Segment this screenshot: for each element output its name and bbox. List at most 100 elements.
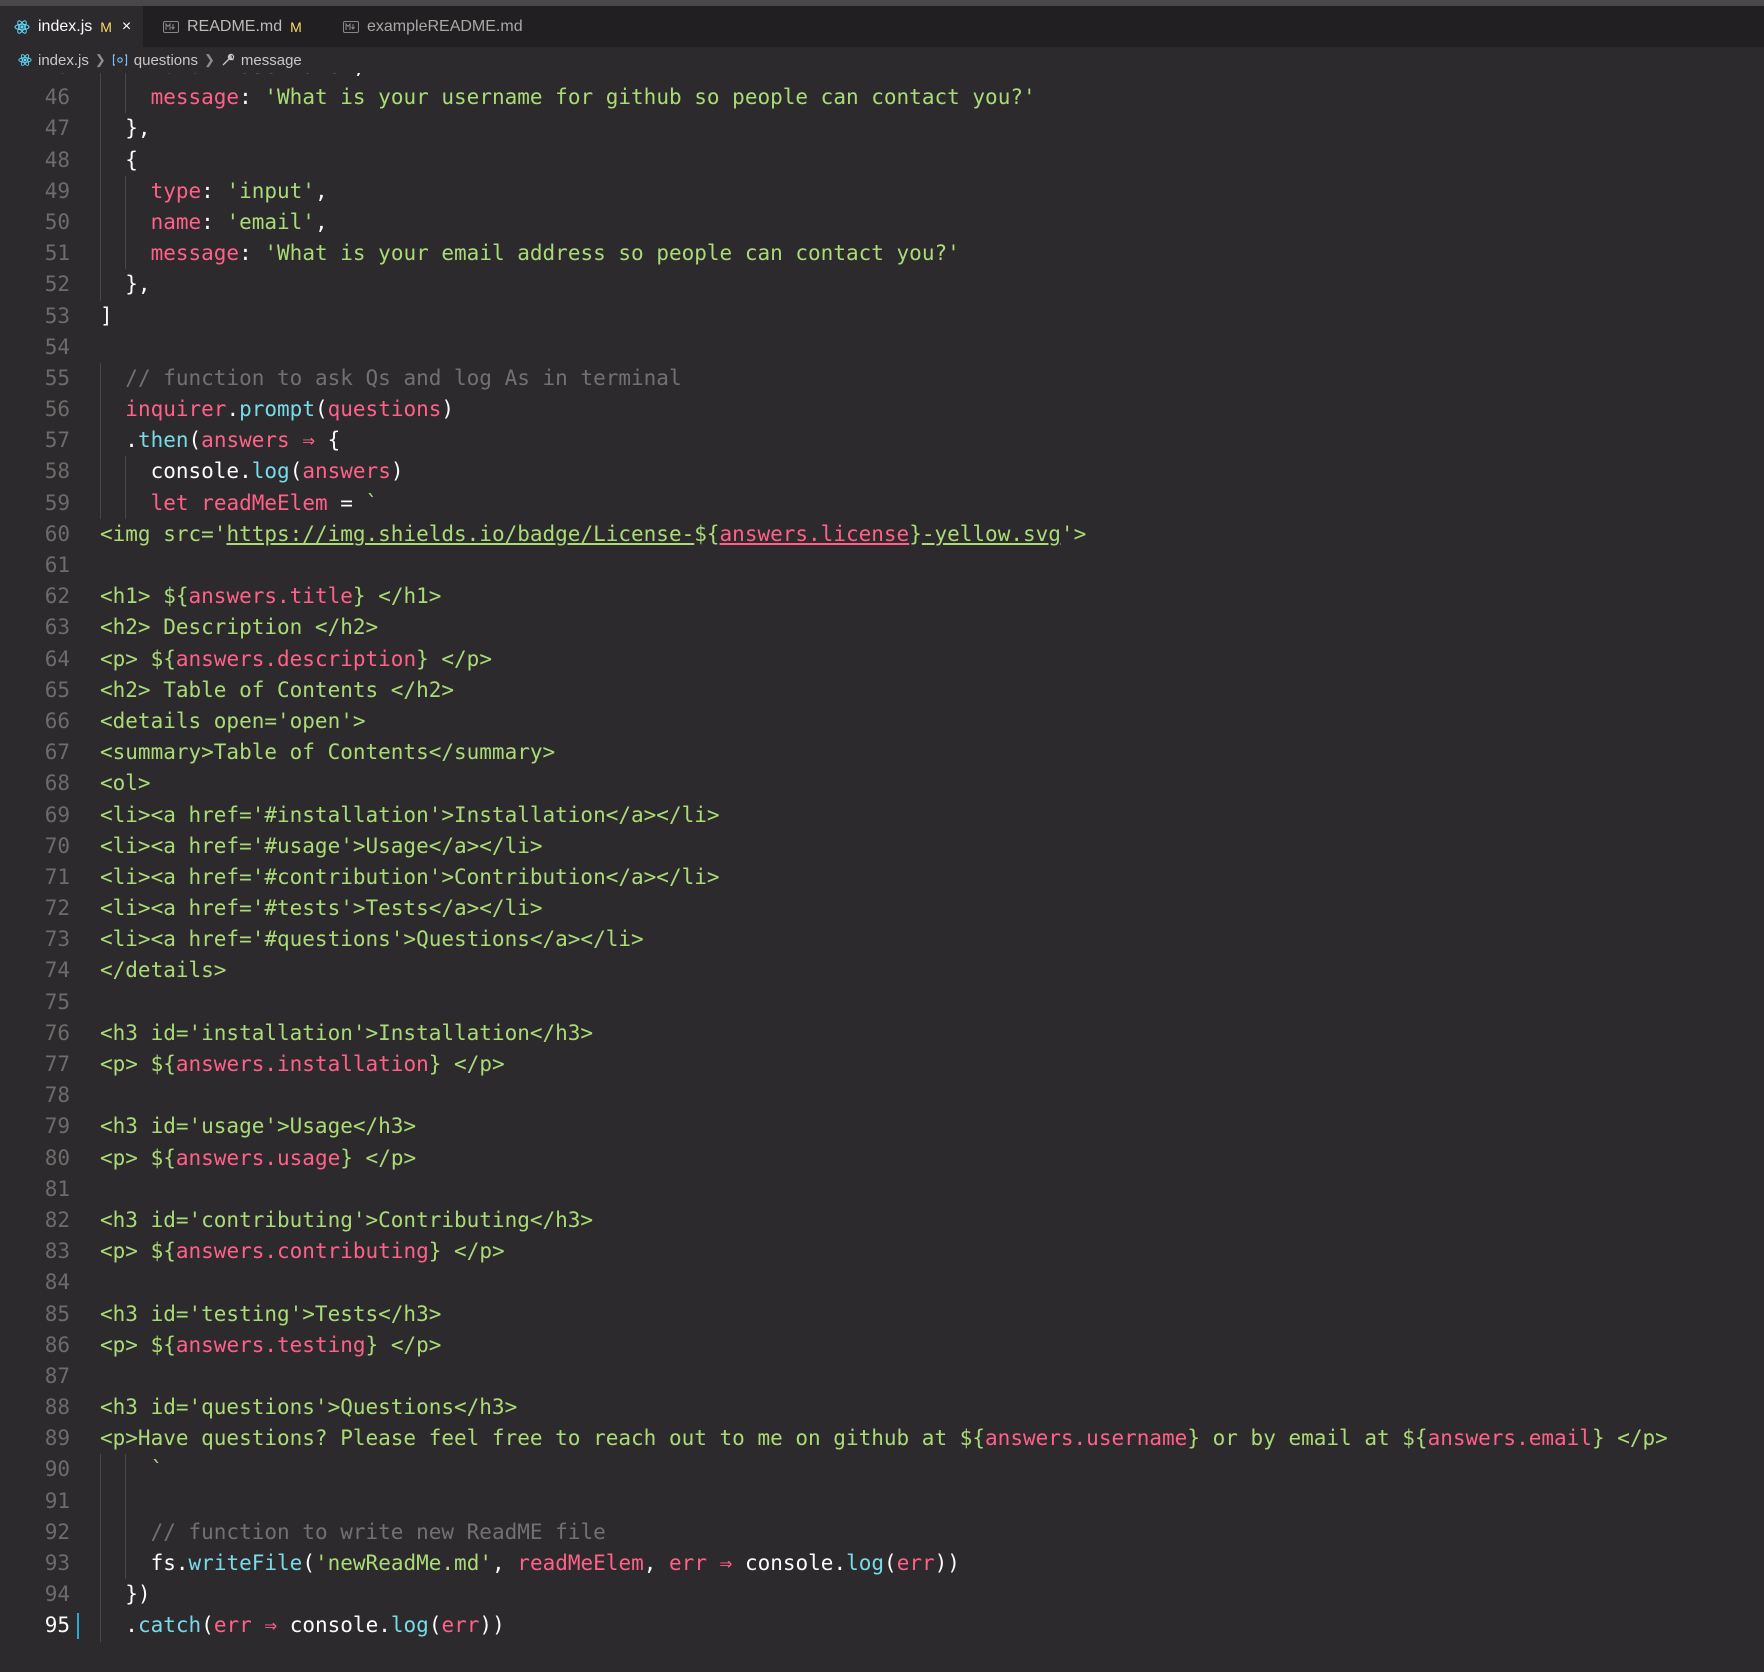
tab-label: README.md bbox=[187, 17, 283, 35]
line-number: 94 bbox=[44, 1582, 70, 1607]
code-text: <p> ${answers.usage} </p> bbox=[100, 1145, 417, 1170]
code-text: name: 'email', bbox=[150, 209, 328, 234]
line-number: 54 bbox=[44, 334, 70, 359]
line-number: 66 bbox=[44, 708, 70, 733]
line-number: 81 bbox=[44, 1176, 70, 1201]
line-number: 53 bbox=[44, 303, 70, 328]
code-text: <h3 id='installation'>Installation</h3> bbox=[100, 1020, 594, 1045]
line-number: 63 bbox=[44, 615, 70, 640]
line-number: 92 bbox=[44, 1519, 70, 1544]
line-number: 95 bbox=[44, 1613, 70, 1638]
modified-indicator: M bbox=[100, 18, 112, 35]
tab-examplereadme-md[interactable]: exampleREADME.md bbox=[327, 6, 553, 47]
code-text: // function to write new ReadME file bbox=[150, 1519, 606, 1544]
indent-guide bbox=[100, 1485, 101, 1517]
code-text: ] bbox=[100, 303, 113, 328]
code-text: let readMeElem = ` bbox=[150, 490, 379, 515]
code-text: <details open='open'> bbox=[100, 708, 366, 733]
line-number: 70 bbox=[44, 833, 70, 858]
code-text: inquirer.prompt(questions) bbox=[125, 397, 455, 422]
line-number: 50 bbox=[44, 209, 70, 234]
line-number: 84 bbox=[44, 1270, 70, 1295]
line-number: 58 bbox=[44, 459, 70, 484]
code-text: <p> ${answers.installation} </p> bbox=[100, 1052, 505, 1076]
code-text: <p> ${answers.testing} </p> bbox=[100, 1332, 442, 1357]
code-text: type: 'input', bbox=[150, 178, 328, 203]
code-text: message: 'What is your email address so … bbox=[150, 241, 960, 266]
line-number: 68 bbox=[44, 771, 70, 796]
variable-icon bbox=[112, 53, 128, 67]
line-number: 71 bbox=[44, 864, 70, 889]
line-number: 73 bbox=[44, 927, 70, 952]
line-number: 45 bbox=[0, 73, 70, 82]
line-number: 80 bbox=[44, 1145, 70, 1170]
indent-guide bbox=[125, 1485, 127, 1517]
line-number: 78 bbox=[44, 1083, 70, 1108]
code-text: <summary>Table of Contents</summary> bbox=[100, 740, 556, 765]
line-number: 83 bbox=[44, 1239, 70, 1264]
markdown-icon bbox=[343, 20, 359, 33]
code-text: { bbox=[100, 147, 138, 172]
code-text: <h3 id='questions'>Questions</h3> bbox=[100, 1395, 518, 1420]
line-number: 85 bbox=[44, 1301, 70, 1326]
code-text: <h3 id='usage'>Usage</h3> bbox=[100, 1114, 417, 1139]
line-number: 57 bbox=[44, 428, 70, 453]
code-text: <p> ${answers.contributing} </p> bbox=[100, 1239, 505, 1264]
code-text: fs.writeFile('newReadMe.md', readMeElem,… bbox=[150, 1551, 960, 1575]
cursor-indicator bbox=[77, 1613, 79, 1640]
line-number: 82 bbox=[44, 1207, 70, 1232]
line-number: 67 bbox=[44, 740, 70, 765]
line-number: 88 bbox=[44, 1395, 70, 1420]
code-text: <li><a href='#usage'>Usage</a></li> bbox=[100, 833, 543, 858]
code-text: .then(answers ⇒ { bbox=[100, 428, 341, 453]
code-text: <p>Have questions? Please feel free to r… bbox=[100, 1426, 1668, 1451]
react-icon bbox=[18, 53, 32, 67]
code-text: }, bbox=[100, 272, 151, 297]
line-number: 87 bbox=[44, 1363, 70, 1388]
line-number: 69 bbox=[44, 802, 70, 827]
tab-readme-md[interactable]: README.md M bbox=[143, 6, 327, 47]
line-number: 75 bbox=[44, 989, 70, 1014]
line-number: 86 bbox=[44, 1332, 70, 1357]
line-number: 91 bbox=[44, 1488, 70, 1513]
line-number: 74 bbox=[44, 958, 70, 983]
code-text: console.log(answers) bbox=[150, 459, 404, 484]
line-number: 76 bbox=[44, 1020, 70, 1045]
chevron-right-icon: ❯ bbox=[203, 52, 215, 67]
tab-index-js[interactable]: index.js M × bbox=[0, 6, 143, 47]
breadcrumb-questions[interactable]: questions bbox=[112, 52, 198, 69]
chevron-right-icon: ❯ bbox=[94, 52, 106, 67]
code-text: </details> bbox=[100, 958, 227, 983]
code-text: <li><a href='#questions'>Questions</a></… bbox=[100, 927, 644, 952]
line-number: 89 bbox=[44, 1426, 70, 1451]
code-text: <h3 id='contributing'>Contributing</h3> bbox=[100, 1207, 594, 1232]
breadcrumb-file[interactable]: index.js bbox=[18, 52, 89, 69]
line-number: 64 bbox=[44, 646, 70, 671]
line-number: 56 bbox=[44, 397, 70, 422]
line-number: 59 bbox=[44, 490, 70, 515]
wrench-icon bbox=[221, 53, 235, 67]
breadcrumb-label: message bbox=[240, 51, 302, 69]
code-text: <h2> Description </h2> bbox=[100, 615, 379, 640]
code-text: <li><a href='#contribution'>Contribution… bbox=[100, 864, 720, 889]
markdown-icon bbox=[163, 20, 179, 33]
breadcrumb-message[interactable]: message bbox=[221, 52, 302, 69]
tab-label: exampleREADME.md bbox=[367, 17, 523, 35]
close-icon[interactable]: × bbox=[122, 18, 131, 36]
modified-indicator: M bbox=[290, 18, 302, 35]
code-text: // function to ask Qs and log As in term… bbox=[125, 365, 682, 390]
code-text: }) bbox=[100, 1582, 151, 1607]
breadcrumb: index.js ❯ questions ❯ message bbox=[0, 47, 1764, 73]
code-editor[interactable]: 45 name: 'username', 46 message: 'What is… bbox=[0, 73, 1764, 1672]
line-number: 55 bbox=[44, 365, 70, 390]
tab-bar: index.js M × README.md M exampleREADME.m… bbox=[0, 6, 1764, 47]
tab-label: index.js bbox=[38, 17, 93, 35]
line-number: 65 bbox=[44, 677, 70, 702]
line-number: 47 bbox=[44, 116, 70, 141]
code-text: name: 'username', bbox=[100, 73, 366, 82]
code-text: <li><a href='#installation'>Installation… bbox=[100, 802, 720, 827]
line-number: 52 bbox=[44, 272, 70, 297]
line-number: 60 bbox=[44, 521, 70, 546]
code-text: <p> ${answers.description} </p> bbox=[100, 646, 492, 671]
line-number: 48 bbox=[44, 147, 70, 172]
